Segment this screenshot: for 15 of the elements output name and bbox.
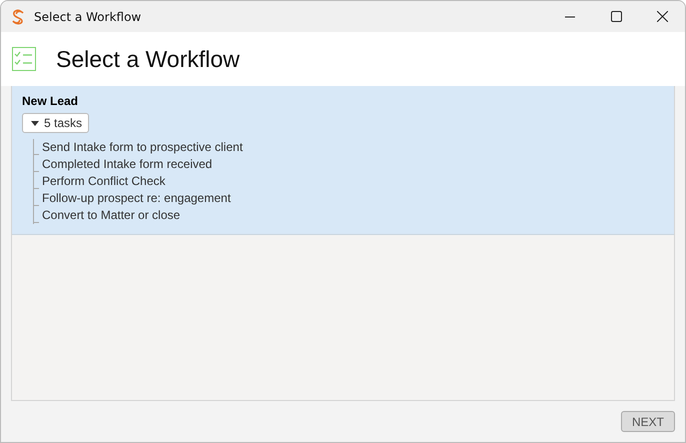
task-item: Perform Conflict Check <box>34 173 664 190</box>
workflow-name: New Lead <box>22 94 80 108</box>
close-icon <box>656 11 668 22</box>
task-item: Send Intake form to prospective client <box>34 139 664 156</box>
task-item: Convert to Matter or close <box>34 207 664 224</box>
app-logo-icon <box>10 8 26 24</box>
task-item: Follow-up prospect re: engagement <box>34 190 664 207</box>
page-title: Select a Workflow <box>56 46 240 72</box>
window-title: Select a Workflow <box>34 10 142 24</box>
checklist-icon <box>12 47 36 71</box>
workflow-item[interactable]: New Lead 5 tasks Send Intake form to prospective client Completed Intake form received Perform Conflict Check Follow-up prospect re: engagement Convert to Matter or close <box>12 86 674 235</box>
task-item: Completed Intake form received <box>34 156 664 173</box>
caret-icon <box>31 120 39 126</box>
tasks-toggle[interactable]: 5 tasks <box>22 113 90 133</box>
maximize-icon <box>610 11 622 22</box>
